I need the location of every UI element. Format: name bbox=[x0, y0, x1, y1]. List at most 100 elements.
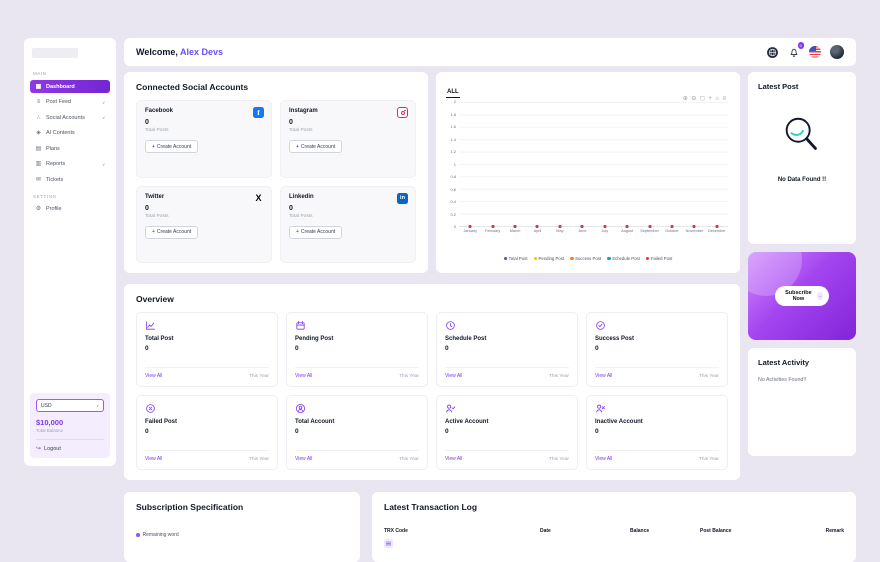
user-x-icon bbox=[595, 403, 719, 414]
x-tick-label: September bbox=[638, 229, 660, 237]
chart-point bbox=[648, 225, 651, 228]
create-account-button[interactable]: + Create Account bbox=[145, 226, 198, 239]
x-tick-label: July bbox=[594, 229, 616, 237]
notification-bell-icon[interactable]: 0 bbox=[788, 46, 800, 58]
currency-select[interactable]: USD ∨ bbox=[36, 399, 104, 412]
sidebar-item-social-accounts[interactable]: ∴ Social Accounts ∨ bbox=[30, 111, 110, 124]
legend-label: Pending Post bbox=[539, 256, 565, 261]
create-account-label: Create Account bbox=[301, 144, 335, 150]
overview-tile-label: Failed Post bbox=[145, 419, 269, 425]
plus-icon: + bbox=[152, 229, 155, 235]
latest-activity-card: Latest Activity No Activities Found!! bbox=[748, 348, 856, 456]
instagram-lens bbox=[401, 111, 405, 115]
plans-icon: ▤ bbox=[35, 146, 42, 152]
create-account-label: Create Account bbox=[301, 229, 335, 235]
chevron-down-icon: ∨ bbox=[102, 115, 105, 120]
user-avatar[interactable] bbox=[830, 45, 844, 59]
overview-tile-label: Total Account bbox=[295, 419, 419, 425]
logout-button[interactable]: ↪ Logout bbox=[36, 439, 104, 452]
view-all-link[interactable]: View All bbox=[445, 456, 462, 462]
instagram-dot bbox=[404, 110, 406, 112]
x-tick-label: November bbox=[683, 229, 705, 237]
x-tick-label: December bbox=[706, 229, 728, 237]
social-tile-twitter: Twitter X 0 Total Posts + Create Account bbox=[136, 186, 272, 264]
social-name: Linkedin bbox=[289, 194, 407, 200]
social-value: 0 bbox=[145, 205, 263, 212]
chart-point bbox=[514, 225, 517, 228]
view-all-link[interactable]: View All bbox=[295, 373, 312, 379]
legend-item[interactable]: Schedule Post bbox=[607, 256, 640, 261]
chart-y-axis: 21.81.61.41.210.80.60.40.20 bbox=[444, 102, 459, 227]
overview-tile-label: Schedule Post bbox=[445, 336, 569, 342]
sidebar-item-profile[interactable]: ⚙ Profile bbox=[30, 203, 110, 216]
view-all-link[interactable]: View All bbox=[595, 456, 612, 462]
subscribe-now-button[interactable]: Subscribe Now → bbox=[775, 286, 829, 306]
overview-grid: Total Post 0 View All This Year Pending … bbox=[136, 312, 728, 470]
language-flag-icon[interactable] bbox=[809, 46, 821, 58]
social-value: 0 bbox=[145, 119, 263, 126]
tickets-icon: ✉ bbox=[35, 177, 42, 183]
view-all-link[interactable]: View All bbox=[595, 373, 612, 379]
sidebar-item-reports[interactable]: ▥ Reports ∨ bbox=[30, 158, 110, 171]
sidebar-item-tickets[interactable]: ✉ Tickets bbox=[30, 173, 110, 186]
welcome-prefix: Welcome, bbox=[136, 47, 178, 57]
create-account-label: Create Account bbox=[157, 144, 191, 150]
chart-point bbox=[693, 225, 696, 228]
sidebar-item-post-feed[interactable]: ≡ Post Feed ∨ bbox=[30, 96, 110, 109]
legend-item[interactable]: Total Post bbox=[504, 256, 528, 261]
user-check-icon bbox=[445, 403, 569, 414]
overview-tile-pending-post: Pending Post 0 View All This Year bbox=[286, 312, 428, 387]
table-row[interactable]: ▤ bbox=[384, 539, 844, 548]
magnifier-illustration bbox=[758, 113, 846, 159]
chart-tab-all[interactable]: ALL bbox=[446, 89, 460, 98]
check-circle-icon bbox=[595, 320, 719, 331]
overview-tile-label: Pending Post bbox=[295, 336, 419, 342]
wallet-panel: USD ∨ $10,000 Total Balance ↪ Logout bbox=[30, 393, 110, 458]
overview-tile-value: 0 bbox=[145, 345, 269, 352]
line-chart-icon bbox=[145, 320, 269, 331]
no-activities-message: No Activities Found!! bbox=[758, 377, 846, 383]
period-label: This Year bbox=[549, 374, 569, 379]
globe-icon[interactable] bbox=[766, 46, 779, 59]
header-actions: 0 bbox=[766, 45, 844, 59]
legend-item[interactable]: Pending Post bbox=[534, 256, 565, 261]
legend-label: Success Post bbox=[575, 256, 601, 261]
chart-x-axis: JanuaryFebruaryMarchAprilMayJuneJulyAugu… bbox=[459, 229, 728, 237]
chart-point bbox=[491, 225, 494, 228]
sidebar-item-ai-contents[interactable]: ◈ AI Contents bbox=[30, 127, 110, 140]
social-value: 0 bbox=[289, 119, 407, 126]
overview-tile-success-post: Success Post 0 View All This Year bbox=[586, 312, 728, 387]
subscription-legend-item[interactable]: Remaining word bbox=[136, 532, 348, 538]
sidebar-item-plans[interactable]: ▤ Plans bbox=[30, 142, 110, 155]
view-all-link[interactable]: View All bbox=[295, 456, 312, 462]
app-logo[interactable] bbox=[32, 48, 78, 58]
overview-tile-inactive-account: Inactive Account 0 View All This Year bbox=[586, 395, 728, 470]
create-account-button[interactable]: + Create Account bbox=[289, 226, 342, 239]
logout-label: Logout bbox=[44, 446, 61, 452]
view-all-link[interactable]: View All bbox=[445, 373, 462, 379]
x-tick-label: January bbox=[459, 229, 481, 237]
period-label: This Year bbox=[249, 457, 269, 462]
social-tile-instagram: Instagram 0 Total Posts + Create Account bbox=[280, 100, 416, 178]
overview-tile-total-account: Total Account 0 View All This Year bbox=[286, 395, 428, 470]
latest-transaction-log-card: Latest Transaction Log TRX Code Date Bal… bbox=[372, 492, 856, 562]
x-circle-icon bbox=[145, 403, 269, 414]
x-tick-label: March bbox=[504, 229, 526, 237]
chart-point bbox=[558, 225, 561, 228]
sidebar-item-dashboard[interactable]: ▦ Dashboard bbox=[30, 80, 110, 93]
chevron-down-icon: ∨ bbox=[102, 162, 105, 167]
legend-label: Schedule Post bbox=[612, 256, 640, 261]
subscribe-banner: Subscribe Now → bbox=[748, 252, 856, 340]
chart-point bbox=[469, 225, 472, 228]
chart-plot[interactable] bbox=[459, 102, 728, 227]
chart-point bbox=[603, 225, 606, 228]
legend-item[interactable]: Success Post bbox=[570, 256, 601, 261]
logout-icon: ↪ bbox=[36, 445, 41, 452]
view-all-link[interactable]: View All bbox=[145, 456, 162, 462]
social-value-label: Total Posts bbox=[145, 214, 263, 219]
create-account-button[interactable]: + Create Account bbox=[145, 140, 198, 153]
legend-item[interactable]: Failed Post bbox=[646, 256, 673, 261]
view-all-link[interactable]: View All bbox=[145, 373, 162, 379]
x-tick-label: August bbox=[616, 229, 638, 237]
create-account-button[interactable]: + Create Account bbox=[289, 140, 342, 153]
